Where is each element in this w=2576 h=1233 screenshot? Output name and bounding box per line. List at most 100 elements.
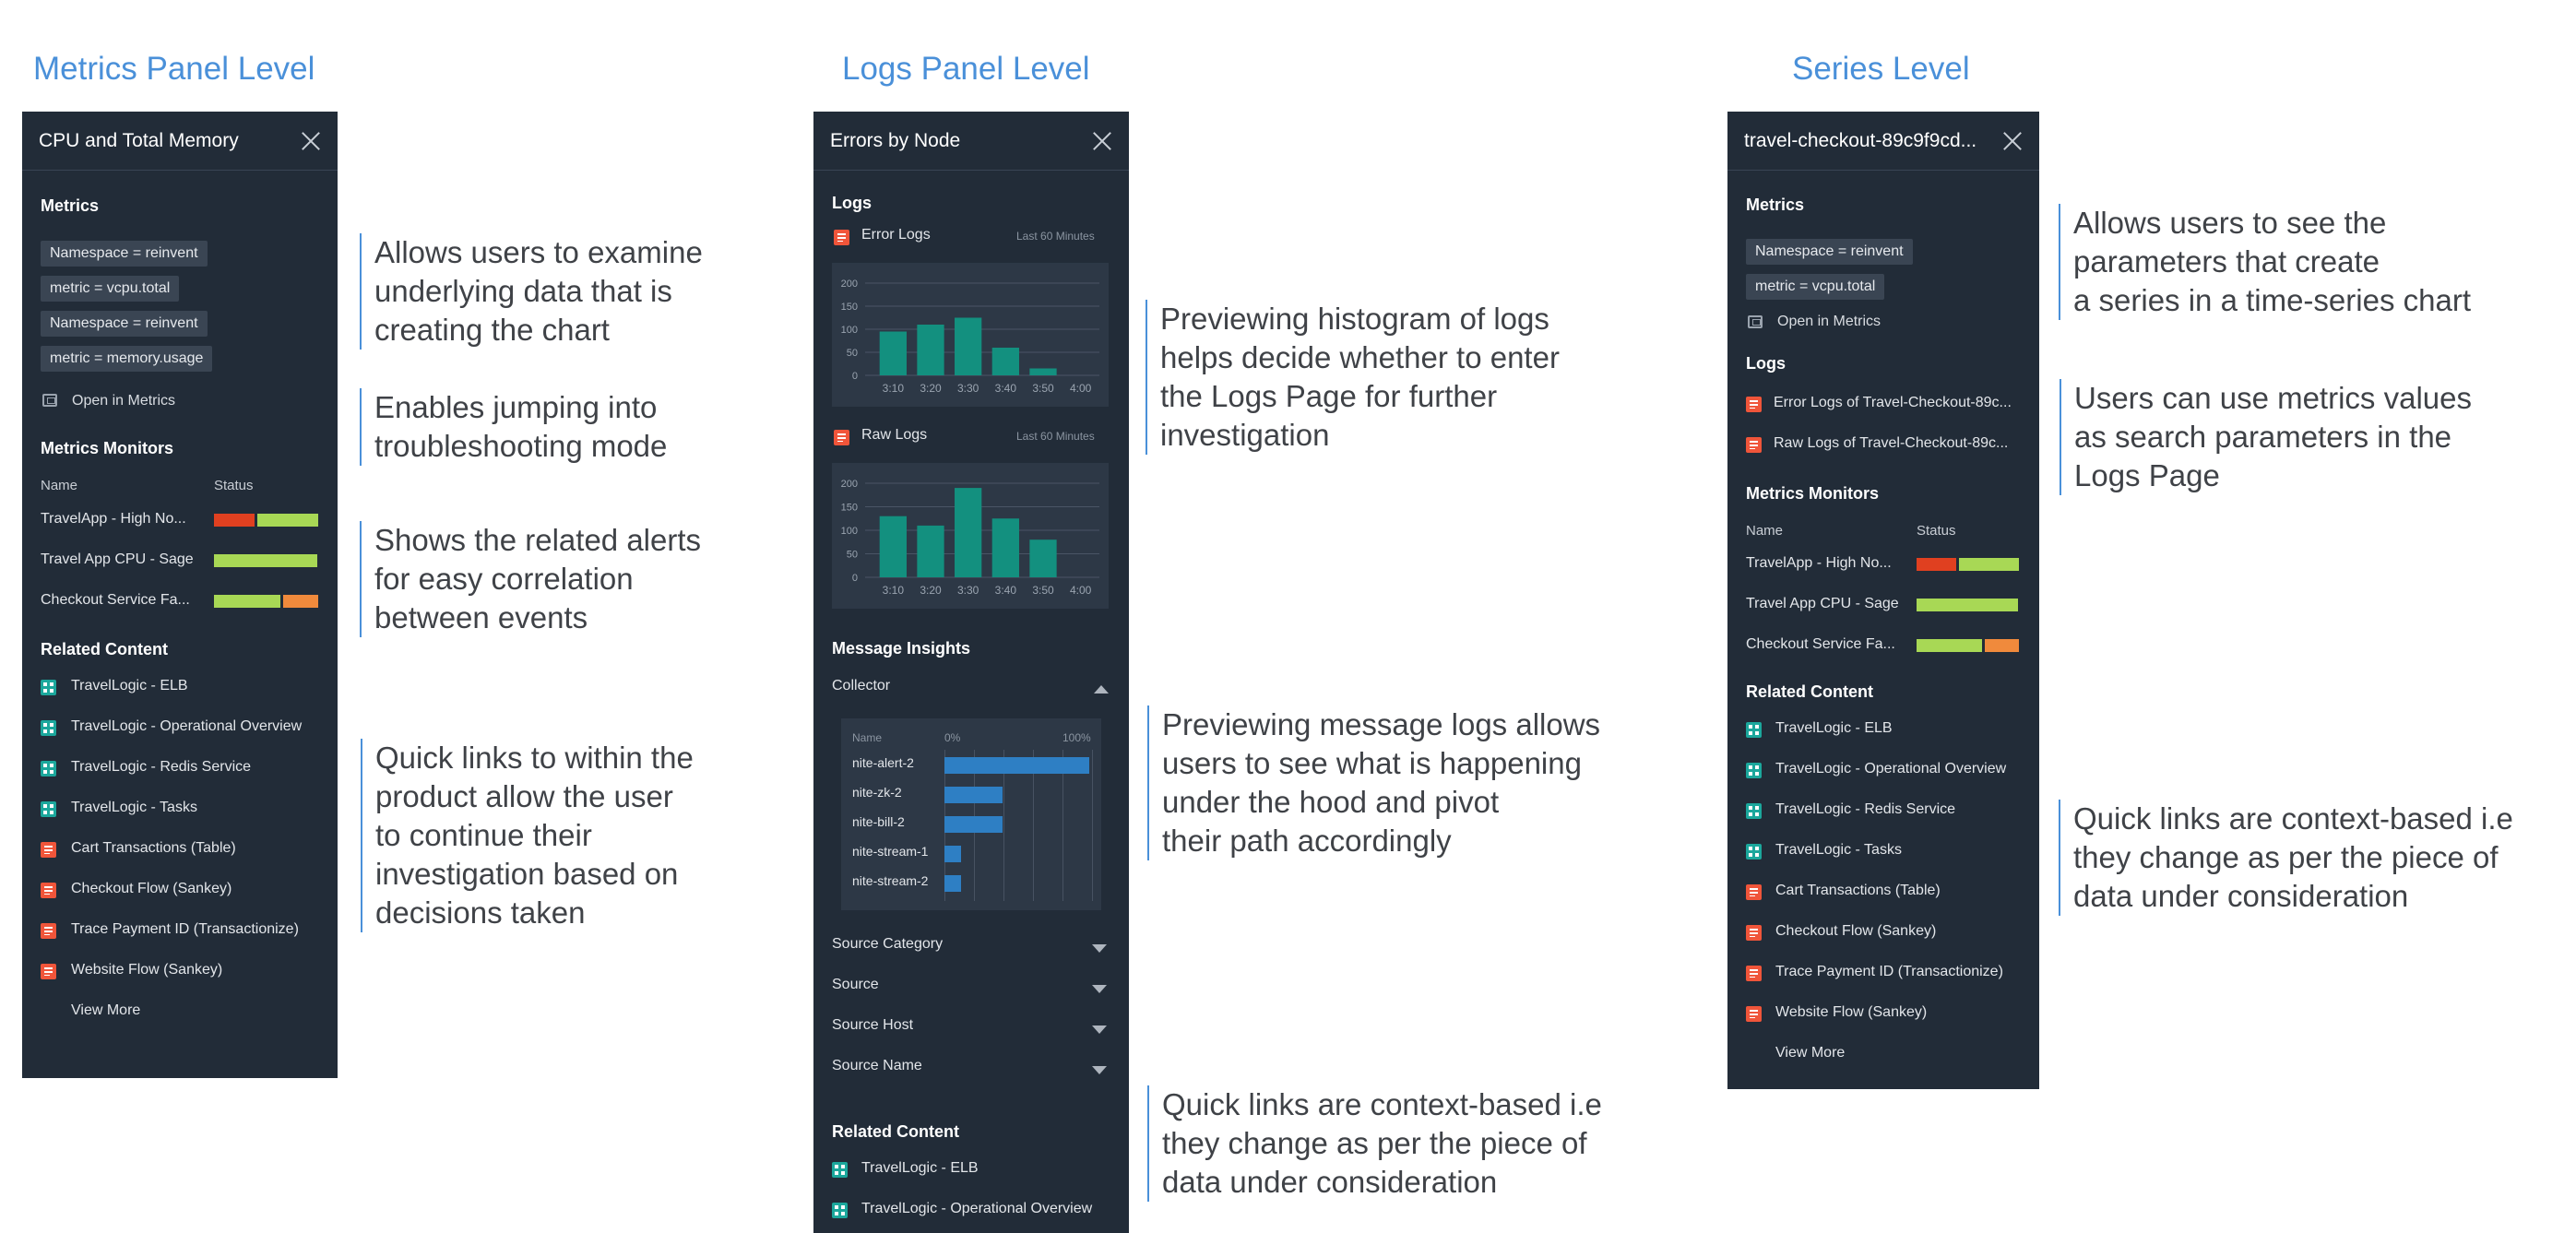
related-link[interactable]: TravelLogic - Operational Overview — [861, 1201, 1092, 1217]
insight-bar[interactable] — [944, 875, 961, 892]
metric-chip[interactable]: Namespace = reinvent — [1746, 239, 1913, 265]
y-tick-label: 100 — [841, 526, 858, 537]
raw-logs-link[interactable]: Raw Logs — [861, 427, 927, 444]
related-link[interactable]: TravelLogic - Tasks — [71, 800, 197, 816]
related-link[interactable]: Trace Payment ID (Transactionize) — [71, 921, 299, 938]
chevron-down-icon[interactable] — [1092, 1066, 1107, 1074]
logs-heading: Logs — [832, 194, 872, 212]
insight-row-label[interactable]: nite-bill-2 — [852, 814, 905, 829]
related-link[interactable]: Cart Transactions (Table) — [1775, 883, 1941, 899]
related-link[interactable]: Trace Payment ID (Transactionize) — [1775, 964, 2003, 980]
monitor-name[interactable]: TravelApp - High No... — [1746, 555, 1892, 572]
insight-row-label[interactable]: nite-stream-2 — [852, 873, 928, 888]
annotation-line: decisions taken — [375, 895, 586, 930]
monitor-name[interactable]: Checkout Service Fa... — [41, 592, 190, 609]
monitor-status-bar — [1917, 558, 2020, 571]
insight-row-label[interactable]: nite-alert-2 — [852, 755, 914, 770]
dashboard-icon — [41, 801, 56, 817]
y-tick-label: 50 — [847, 348, 858, 359]
monitor-name[interactable]: Checkout Service Fa... — [1746, 636, 1895, 653]
insight-gridline — [1092, 750, 1093, 901]
related-link[interactable]: TravelLogic - Tasks — [1775, 842, 1902, 859]
histogram-bar — [955, 317, 982, 375]
open-in-metrics-link[interactable]: Open in Metrics — [1777, 314, 1881, 330]
annotation-line: helps decide whether to enter — [1160, 340, 1560, 374]
related-link[interactable]: Website Flow (Sankey) — [1775, 1004, 1927, 1021]
error-logs-link[interactable]: Error Logs of Travel-Checkout-89c... — [1774, 395, 2012, 411]
monitor-name[interactable]: TravelApp - High No... — [41, 511, 186, 528]
y-tick-label: 100 — [841, 325, 858, 336]
annotation: Previewing message logs allows users to … — [1147, 705, 1600, 860]
chevron-down-icon[interactable] — [1092, 985, 1107, 993]
related-link[interactable]: TravelLogic - ELB — [71, 678, 188, 694]
metric-chip[interactable]: metric = vcpu.total — [41, 276, 180, 302]
related-heading: Related Content — [1746, 682, 1874, 701]
monitor-name[interactable]: Travel App CPU - Sage — [41, 551, 194, 568]
panel-title: travel-checkout-89c9f9cd... — [1744, 129, 1977, 151]
insight-bar[interactable] — [944, 787, 1003, 803]
filter-source[interactable]: Source — [832, 977, 879, 993]
related-link[interactable]: TravelLogic - Redis Service — [71, 759, 251, 776]
error-logs-chart[interactable]: 0 50 100 150 200 3:10 3:20 3:30 3:40 3:50 4:00 — [832, 263, 1109, 407]
error-logs-link[interactable]: Error Logs — [861, 227, 931, 243]
chevron-down-icon[interactable] — [1092, 944, 1107, 953]
annotation-line: data under consideration — [2073, 879, 2409, 913]
annotation-line: for easy correlation — [374, 562, 634, 596]
metric-chip[interactable]: metric = vcpu.total — [1746, 274, 1885, 300]
insight-row-label[interactable]: nite-zk-2 — [852, 785, 902, 800]
chevron-up-icon[interactable] — [1094, 685, 1109, 694]
monitor-name[interactable]: Travel App CPU - Sage — [1746, 596, 1899, 612]
related-link[interactable]: TravelLogic - Redis Service — [1775, 801, 1955, 818]
panel-header: CPU and Total Memory — [22, 112, 338, 171]
chevron-down-icon[interactable] — [1092, 1026, 1107, 1034]
annotation: Quick links to within the product allow … — [361, 739, 694, 932]
monitor-status-bar — [214, 595, 319, 608]
open-in-metrics-link[interactable]: Open in Metrics — [72, 393, 175, 409]
filter-source-name[interactable]: Source Name — [832, 1058, 922, 1074]
metric-chip[interactable]: Namespace = reinvent — [41, 241, 208, 267]
filter-source-host[interactable]: Source Host — [832, 1017, 913, 1034]
metric-chip[interactable]: metric = memory.usage — [41, 346, 213, 372]
related-link[interactable]: TravelLogic - ELB — [1775, 720, 1893, 737]
y-tick-label: 150 — [841, 302, 858, 313]
status-segment — [1958, 558, 2019, 571]
dashboard-icon — [41, 761, 56, 777]
raw-logs-link[interactable]: Raw Logs of Travel-Checkout-89c... — [1774, 435, 2008, 452]
related-link[interactable]: TravelLogic - Operational Overview — [71, 718, 302, 735]
raw-logs-chart[interactable]: 0 50 100 150 200 3:10 3:20 3:30 3:40 3:50 4:00 — [832, 463, 1109, 609]
related-link[interactable]: Checkout Flow (Sankey) — [71, 881, 231, 897]
related-link[interactable]: TravelLogic - ELB — [861, 1160, 979, 1177]
insight-bar[interactable] — [944, 757, 1089, 774]
view-more-link[interactable]: View More — [1775, 1045, 1845, 1061]
insight-name-col: Name — [852, 731, 883, 744]
panel-header: Errors by Node — [813, 112, 1129, 171]
log-search-icon — [1746, 884, 1762, 900]
filter-source-category[interactable]: Source Category — [832, 936, 943, 953]
collector-dropdown[interactable]: Collector — [832, 678, 890, 694]
view-more-link[interactable]: View More — [71, 1002, 140, 1019]
annotation-line: parameters that create — [2073, 244, 2380, 279]
insight-bar[interactable] — [944, 846, 961, 862]
annotation-line: users to see what is happening — [1162, 746, 1582, 780]
related-link[interactable]: Cart Transactions (Table) — [71, 840, 236, 857]
insight-row-label[interactable]: nite-stream-1 — [852, 844, 928, 859]
close-icon[interactable] — [301, 131, 321, 151]
time-range: Last 60 Minutes — [1016, 430, 1095, 443]
insight-bar[interactable] — [944, 816, 1003, 833]
related-link[interactable]: TravelLogic - Operational Overview — [1775, 761, 2006, 777]
close-icon[interactable] — [2002, 131, 2023, 151]
section-title-series: Series Level — [1792, 51, 1970, 87]
insight-0-col: 0% — [944, 731, 961, 744]
close-icon[interactable] — [1092, 131, 1112, 151]
related-link[interactable]: Checkout Flow (Sankey) — [1775, 923, 1936, 940]
metric-chip[interactable]: Namespace = reinvent — [41, 311, 208, 337]
message-insights-heading: Message Insights — [832, 639, 971, 658]
x-tick-label: 3:30 — [957, 382, 979, 395]
log-search-icon — [41, 964, 56, 979]
panel-header: travel-checkout-89c9f9cd... — [1727, 112, 2039, 171]
annotation-line: product allow the user — [375, 779, 673, 813]
related-link[interactable]: Website Flow (Sankey) — [71, 962, 222, 978]
log-search-icon — [41, 883, 56, 898]
annotation-line: creating the chart — [374, 313, 610, 347]
log-search-icon — [834, 430, 849, 445]
